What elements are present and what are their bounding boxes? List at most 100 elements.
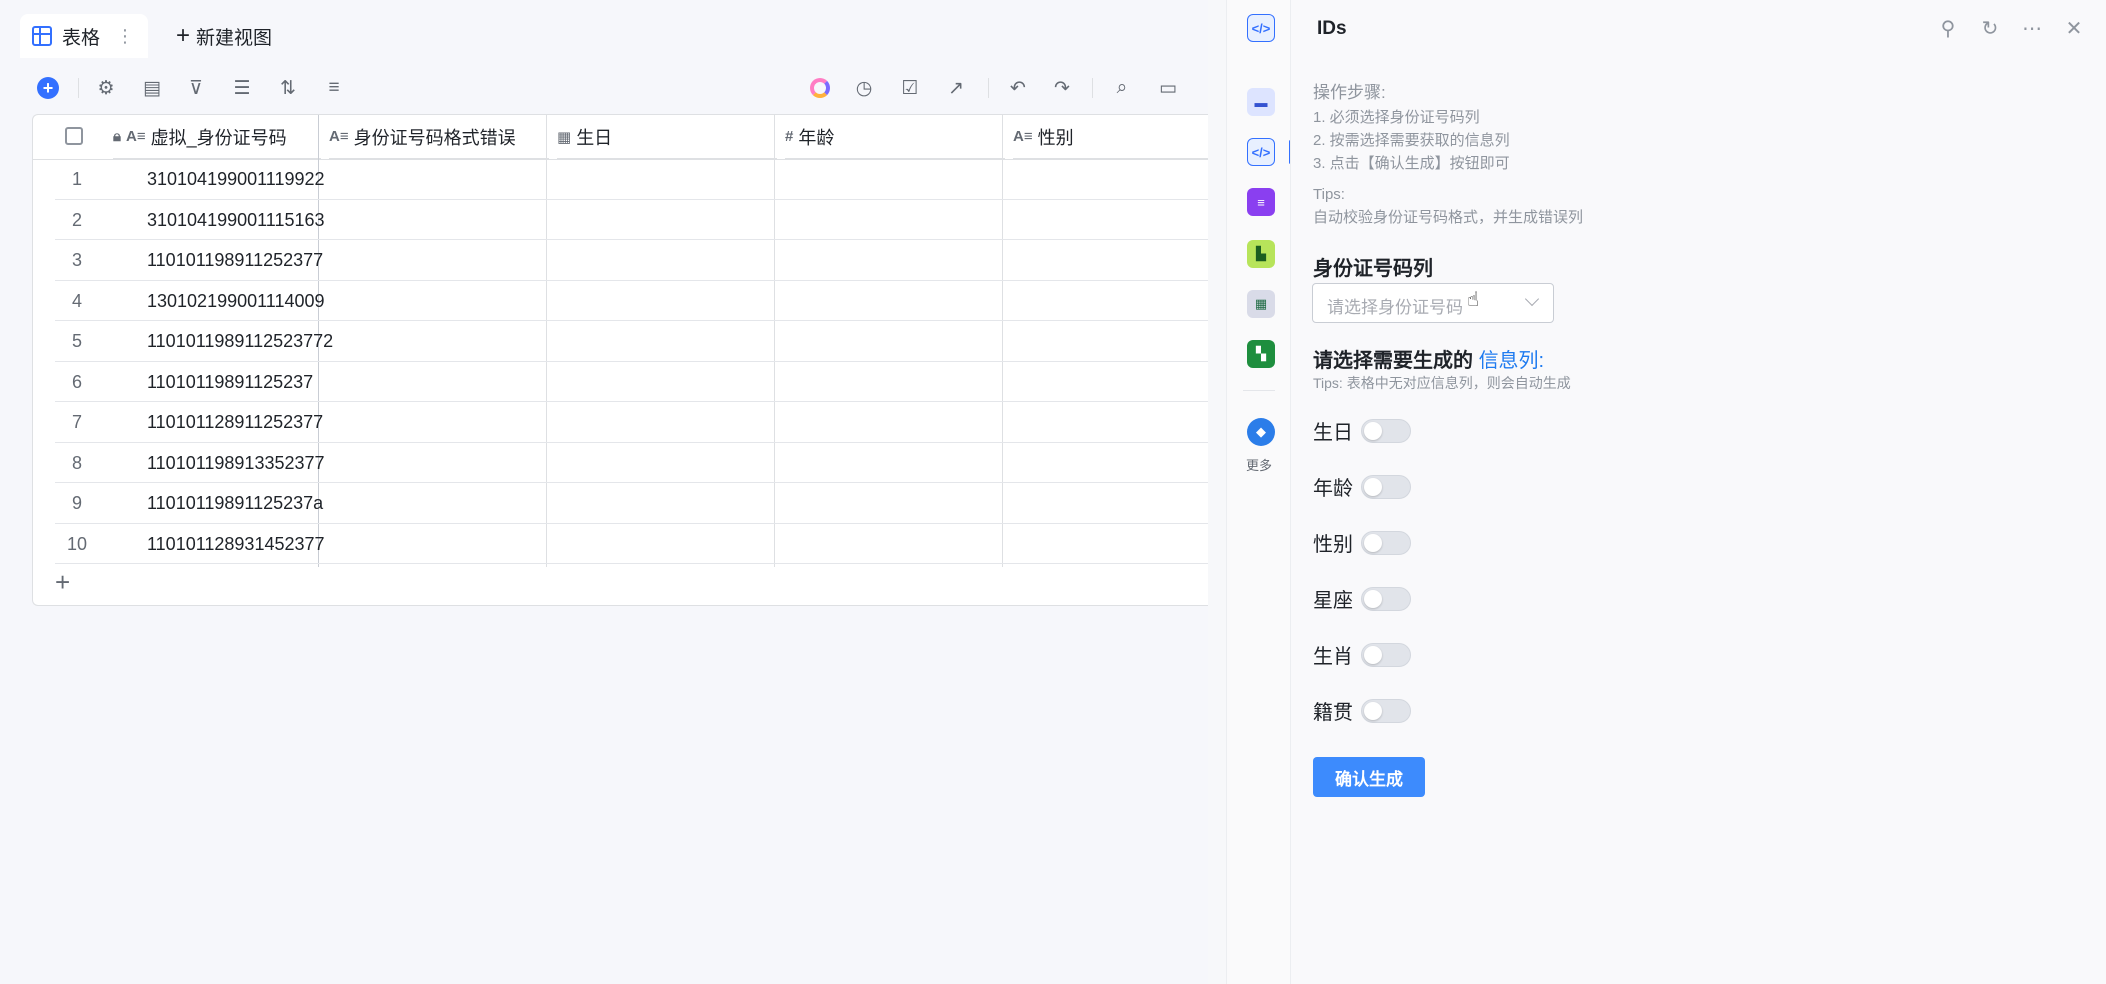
sheet-plugin-icon[interactable]: ▚ bbox=[1247, 340, 1275, 368]
panel-title: IDs bbox=[1317, 18, 1347, 39]
column-header[interactable]: A≡ 性别 bbox=[1013, 115, 1208, 159]
row-number: 9 bbox=[71, 493, 82, 513]
id-cell[interactable]: 310104199001115163 bbox=[147, 210, 325, 231]
switch-row-age: 年龄 bbox=[1313, 472, 1411, 501]
add-row-icon[interactable]: + bbox=[55, 567, 70, 598]
id-column-label: 身份证号码列 bbox=[1313, 258, 1433, 280]
id-cell[interactable]: 130102199001114009 bbox=[147, 291, 325, 312]
column-header[interactable]: A≡ 身份证号码格式错误 bbox=[329, 115, 549, 159]
folder-plugin-icon[interactable]: ▬ bbox=[1247, 88, 1275, 116]
cube-icon[interactable]: ◆ bbox=[1247, 418, 1275, 446]
panel-actions: ⚲ ↻ ⋯ ✕ bbox=[1936, 16, 2086, 41]
new-view-label: 新建视图 bbox=[196, 27, 273, 49]
share-icon[interactable]: ↗ bbox=[942, 74, 970, 102]
form-icon[interactable]: ▤ bbox=[138, 74, 166, 102]
comment-icon[interactable]: ▭ bbox=[1154, 74, 1182, 102]
column-header[interactable]: 🔒︎ A≡ 虚拟_身份证号码 bbox=[113, 115, 321, 159]
switch-label: 星座 bbox=[1313, 590, 1353, 612]
birthday-toggle[interactable] bbox=[1361, 418, 1411, 443]
more-vertical-icon[interactable]: ⋮ bbox=[116, 26, 134, 47]
add-record-icon[interactable]: + bbox=[37, 77, 59, 99]
search-plugin-icon[interactable]: ≡ bbox=[1247, 188, 1275, 216]
info-tip: Tips: 表格中无对应信息列，则会自动生成 bbox=[1313, 375, 1571, 391]
switch-label: 年龄 bbox=[1313, 478, 1353, 500]
id-column-select[interactable]: 请选择身份证号码 bbox=[1312, 283, 1554, 323]
chinese-zodiac-toggle[interactable] bbox=[1361, 642, 1411, 667]
code-plugin-icon[interactable]: </> bbox=[1247, 14, 1275, 42]
switch-row-native-place: 籍贯 bbox=[1313, 696, 1411, 725]
more-horizontal-icon[interactable]: ⋯ bbox=[2020, 16, 2044, 41]
table-row[interactable]: 7 110101128911252377 bbox=[55, 402, 1208, 443]
tab-label: 表格 bbox=[62, 27, 101, 49]
id-cell[interactable]: 110101198913352377 bbox=[147, 453, 325, 474]
ai-ring-icon[interactable] bbox=[810, 78, 830, 98]
id-cell[interactable]: 11010119891125237a bbox=[147, 493, 323, 514]
step-item: 2. 按需选择需要获取的信息列 bbox=[1313, 132, 1510, 149]
history-icon[interactable]: ◷ bbox=[850, 74, 878, 102]
table-plugin-icon[interactable]: ▦ bbox=[1247, 290, 1275, 318]
table-row[interactable]: 6 11010119891125237 bbox=[55, 362, 1208, 402]
redo-icon[interactable]: ↷ bbox=[1048, 74, 1076, 102]
number-icon: # bbox=[785, 128, 794, 145]
ids-plugin-icon[interactable]: </> bbox=[1247, 138, 1275, 166]
tab-table-view[interactable]: 表格 ⋮ bbox=[20, 14, 149, 58]
row-number: 6 bbox=[71, 371, 82, 392]
table-row[interactable]: 5 1101011989112523772 bbox=[55, 321, 1208, 362]
confirm-generate-button[interactable]: 确认生成 bbox=[1313, 757, 1425, 797]
step-item: 3. 点击【确认生成】按钮即可 bbox=[1313, 155, 1510, 172]
pin-icon[interactable]: ⚲ bbox=[1936, 16, 1960, 41]
search-icon[interactable]: ⌕ bbox=[1108, 74, 1136, 102]
zodiac-toggle[interactable] bbox=[1361, 586, 1411, 611]
new-view-button[interactable]: + 新建视图 bbox=[176, 22, 272, 50]
date-icon: ▦ bbox=[557, 128, 572, 146]
native-place-toggle[interactable] bbox=[1361, 698, 1411, 723]
row-height-icon[interactable]: ≡ bbox=[320, 74, 348, 102]
list-icon[interactable]: ☰ bbox=[228, 74, 256, 102]
id-cell[interactable]: 310104199001119922 bbox=[147, 169, 325, 190]
info-label-prefix: 请选择需要生成的 bbox=[1313, 350, 1473, 372]
id-cell[interactable]: 110101128931452377 bbox=[147, 534, 325, 555]
plugin-rail: </> ▬ </> ≡ ▙ ▦ ▚ ◆ 更多 bbox=[1226, 0, 1292, 984]
close-icon[interactable]: ✕ bbox=[2062, 16, 2086, 41]
age-toggle[interactable] bbox=[1361, 474, 1411, 499]
column-label: 虚拟_身份证号码 bbox=[150, 127, 287, 148]
switch-row-gender: 性别 bbox=[1313, 528, 1411, 557]
table-row[interactable]: 1 310104199001119922 bbox=[55, 159, 1208, 200]
table-row[interactable]: 4 130102199001114009 bbox=[55, 281, 1208, 321]
table-row[interactable]: 9 11010119891125237a bbox=[55, 483, 1208, 524]
hand-cursor-icon: ☝ bbox=[1467, 289, 1480, 311]
chevron-down-icon bbox=[1524, 291, 1540, 307]
gender-toggle[interactable] bbox=[1361, 530, 1411, 555]
refresh-icon[interactable]: ↻ bbox=[1978, 16, 2002, 41]
table-row[interactable]: 3 110101198911252377 bbox=[55, 240, 1208, 281]
sort-icon[interactable]: ⇅ bbox=[274, 74, 302, 102]
column-label: 生日 bbox=[576, 127, 613, 148]
table-row[interactable]: 2 310104199001115163 bbox=[55, 200, 1208, 240]
table-row[interactable]: 8 110101198913352377 bbox=[55, 443, 1208, 483]
text-icon: A≡ bbox=[125, 128, 146, 145]
data-grid: 🔒︎ A≡ 虚拟_身份证号码 A≡ 身份证号码格式错误 ▦ 生日 # 年龄 A≡… bbox=[32, 114, 1208, 606]
table-row[interactable]: 10 110101128931452377 bbox=[55, 524, 1208, 564]
check-icon[interactable]: ☑ bbox=[896, 74, 924, 102]
select-placeholder: 请选择身份证号码 bbox=[1327, 298, 1463, 317]
settings-icon[interactable]: ⚙ bbox=[92, 74, 120, 102]
more-label[interactable]: 更多 bbox=[1239, 455, 1279, 474]
document-plugin-icon[interactable]: ▙ bbox=[1247, 240, 1275, 268]
id-cell[interactable]: 110101128911252377 bbox=[147, 412, 323, 433]
id-cell[interactable]: 11010119891125237 bbox=[147, 372, 313, 393]
toolbar-divider bbox=[988, 78, 989, 98]
rail-divider bbox=[1243, 390, 1275, 391]
info-label-accent: 信息列: bbox=[1478, 350, 1545, 372]
ids-plugin-panel: IDs ⚲ ↻ ⋯ ✕ 操作步骤: 1. 必须选择身份证号码列 2. 按需选择需… bbox=[1290, 0, 2106, 984]
column-label: 性别 bbox=[1037, 127, 1074, 148]
id-cell[interactable]: 110101198911252377 bbox=[147, 250, 323, 271]
row-number: 7 bbox=[71, 412, 82, 432]
switch-row-chinese-zodiac: 生肖 bbox=[1313, 640, 1411, 669]
undo-icon[interactable]: ↶ bbox=[1004, 74, 1032, 102]
tips-heading: Tips: bbox=[1313, 186, 1345, 203]
column-header[interactable]: # 年龄 bbox=[785, 115, 1005, 159]
column-header[interactable]: ▦ 生日 bbox=[557, 115, 777, 159]
select-all-checkbox[interactable] bbox=[65, 127, 83, 145]
filter-icon[interactable]: ⊽ bbox=[182, 74, 210, 102]
id-cell[interactable]: 1101011989112523772 bbox=[147, 331, 333, 352]
